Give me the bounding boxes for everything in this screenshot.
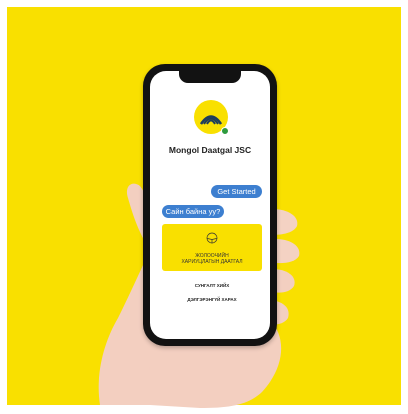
card-title-line2: ХАРИУЦЛАГЫН ДААТГАЛ [181, 259, 243, 265]
logo-mark-icon [200, 115, 222, 125]
steering-wheel-icon [206, 232, 218, 244]
contract-button[interactable]: СУНГАЛТ ХИЙХ [162, 280, 262, 292]
company-name: Mongol Daatgal JSC [168, 145, 252, 155]
user-message-bubble[interactable]: Get Started [211, 185, 262, 198]
card-title: ЖОЛООЧИЙН ХАРИУЦЛАГЫН ДААТГАЛ [162, 253, 262, 265]
details-button[interactable]: ДЭЛГЭРЭНГҮЙ ХАРАХ [162, 294, 262, 306]
phone-notch [179, 71, 241, 83]
bot-message-bubble: Сайн байна уу? [162, 205, 224, 218]
insurance-card[interactable]: ЖОЛООЧИЙН ХАРИУЦЛАГЫН ДААТГАЛ [162, 224, 262, 271]
online-dot-icon [221, 127, 229, 135]
